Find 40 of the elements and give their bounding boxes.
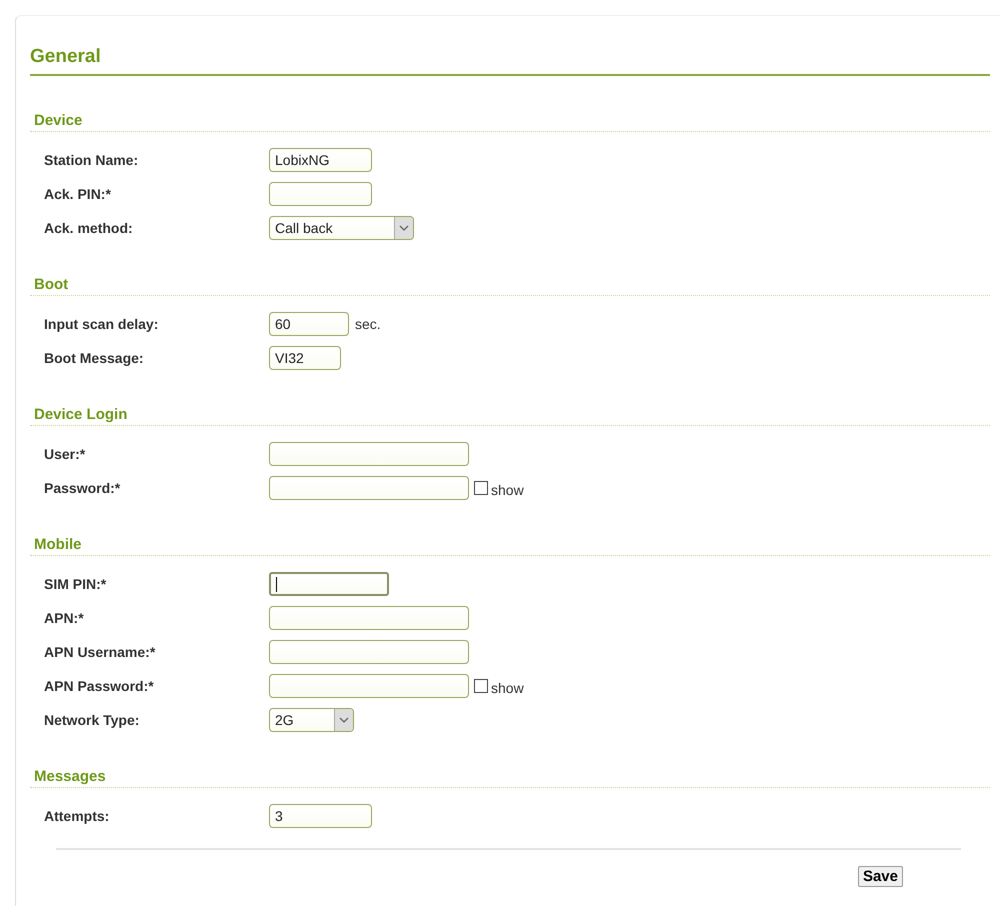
chevron-down-icon [394,217,413,239]
section-heading: Device [30,112,990,132]
dropdown[interactable]: 2G [269,708,354,732]
input-field[interactable] [269,476,469,500]
field-label: Attempts: [44,808,110,824]
input-field[interactable]: VI32 [269,346,341,370]
input-field[interactable] [269,182,372,206]
section-heading: Boot [30,276,990,296]
field-label: APN Password:* [44,678,155,694]
checkbox[interactable] [474,481,488,495]
field-label: Ack. method: [44,220,134,236]
save-button[interactable]: Save [858,866,903,887]
input-field[interactable] [269,640,469,664]
input-field[interactable]: LobixNG [269,148,372,172]
field-label: SIM PIN:* [44,576,108,592]
section-heading: Messages [30,768,990,788]
checkbox[interactable] [474,679,488,693]
field-label: Password:* [44,480,122,496]
input-field[interactable] [269,606,469,630]
chevron-down-icon [334,709,353,731]
field-label: User:* [44,446,86,462]
field-label: APN Username:* [44,644,156,660]
field-label: Ack. PIN:* [44,186,112,202]
checkbox-label: show [491,482,524,498]
field-label: Network Type: [44,712,140,728]
field-label: Input scan delay: [44,316,160,332]
section-heading: Device Login [30,406,990,426]
input-field[interactable]: 60 [269,312,349,336]
input-field[interactable] [269,442,469,466]
checkbox-label: show [491,680,524,696]
input-field[interactable] [269,572,389,596]
field-label: APN:* [44,610,85,626]
unit-label: sec. [355,316,381,332]
field-label: Boot Message: [44,350,145,366]
field-label: Station Name: [44,152,140,168]
input-field[interactable]: 3 [269,804,372,828]
page-title: General [30,32,990,76]
section-heading: Mobile [30,536,990,556]
dropdown[interactable]: Call back [269,216,414,240]
input-field[interactable] [269,674,469,698]
